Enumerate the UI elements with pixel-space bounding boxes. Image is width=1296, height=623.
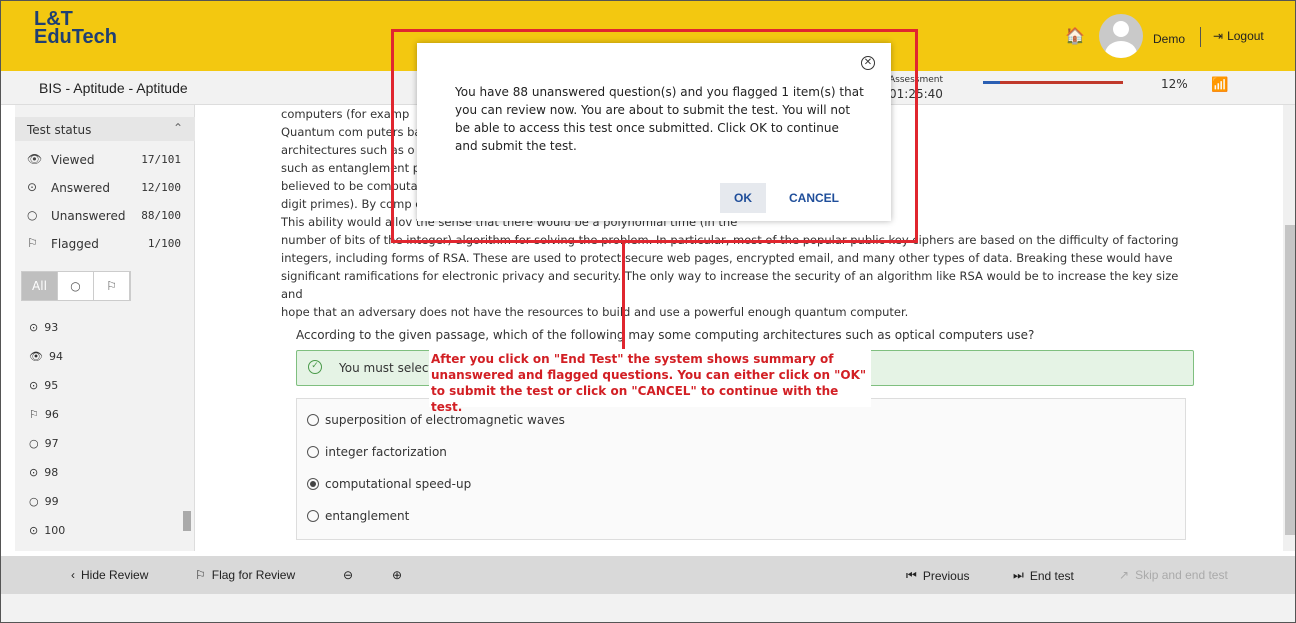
annotation-highlight-box [391, 29, 918, 243]
annotation-connector [622, 242, 625, 354]
app-window: L&T EduTech 🏠 Demo ⇥ Logout BIS - Aptitu… [0, 0, 1296, 623]
annotation-callout: After you click on "End Test" the system… [429, 349, 871, 414]
